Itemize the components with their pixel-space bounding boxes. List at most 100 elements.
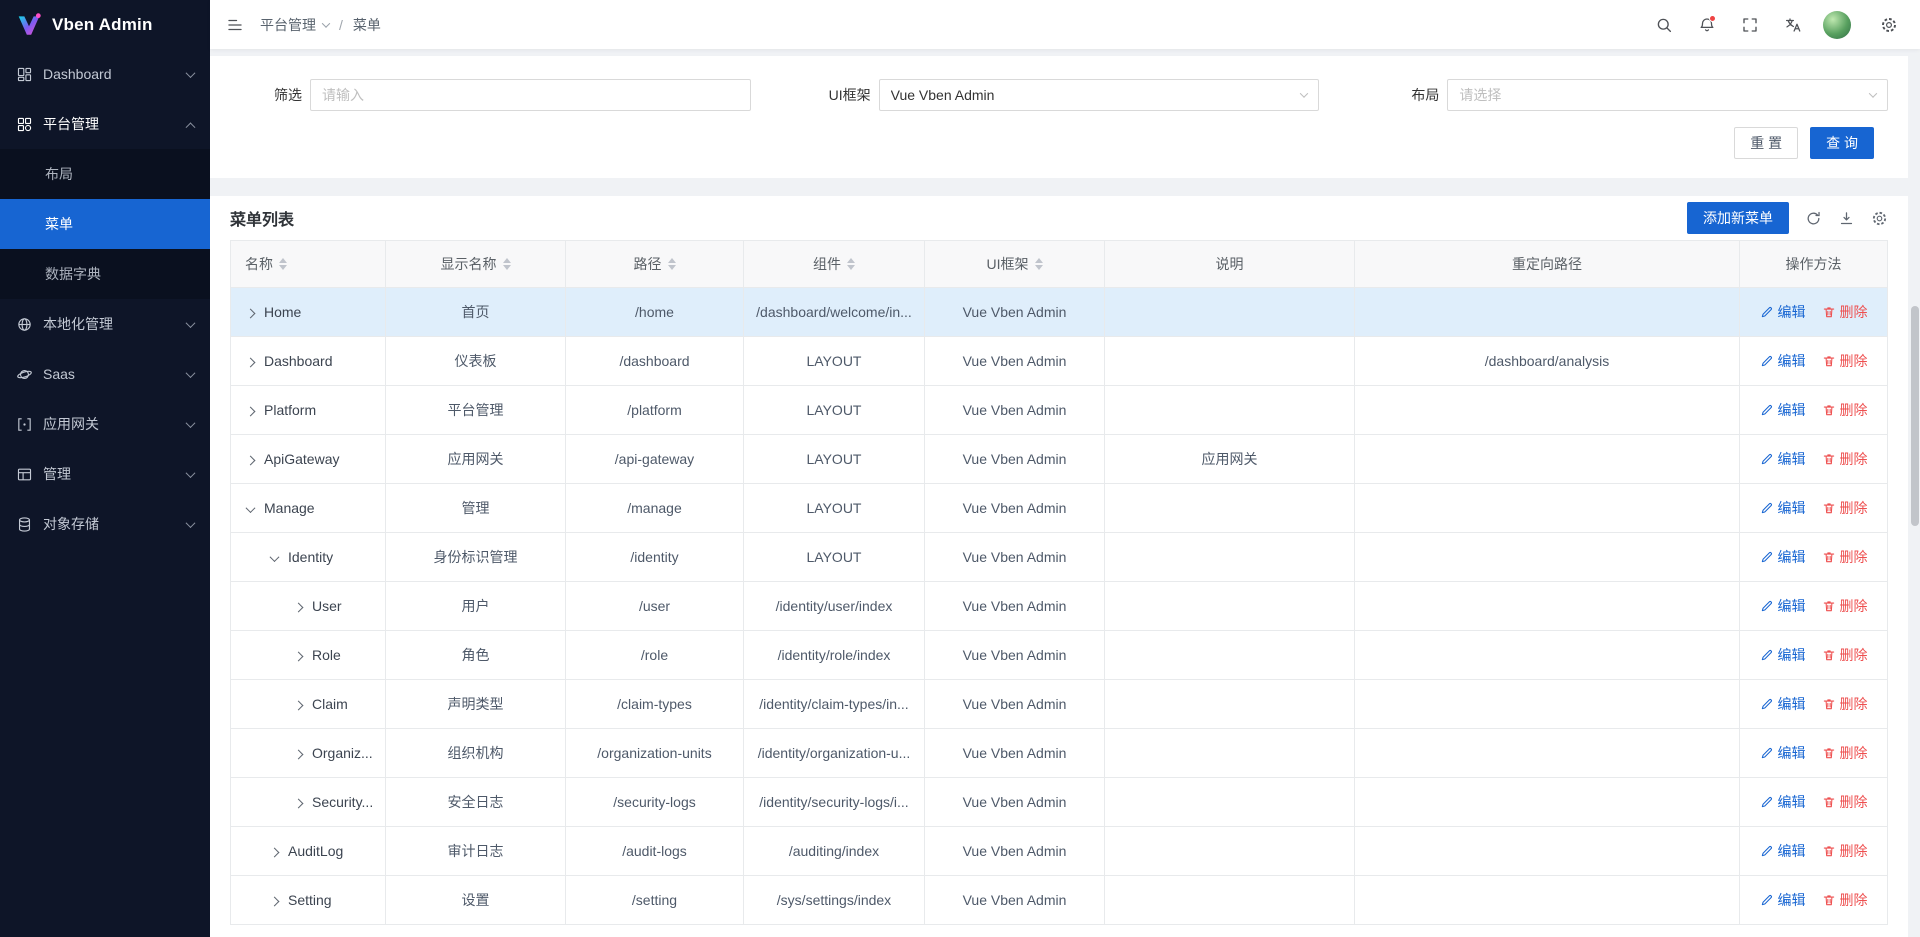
edit-button[interactable]: 编辑 <box>1760 645 1806 665</box>
cell-operations: 编辑 删除 <box>1740 631 1888 680</box>
table-row[interactable]: Dashboard 仪表板 /dashboard LAYOUT Vue Vben… <box>231 337 1888 386</box>
column-header-name[interactable]: 名称 <box>231 241 386 288</box>
reset-button[interactable]: 重 置 <box>1734 127 1798 159</box>
delete-button[interactable]: 删除 <box>1822 645 1868 665</box>
edit-button[interactable]: 编辑 <box>1760 498 1806 518</box>
sort-icon[interactable] <box>847 258 855 270</box>
table-row[interactable]: Setting 设置 /setting /sys/settings/index … <box>231 876 1888 925</box>
import-icon[interactable] <box>1837 209 1855 227</box>
delete-button[interactable]: 删除 <box>1822 302 1868 322</box>
column-header-display-name[interactable]: 显示名称 <box>386 241 566 288</box>
table-row[interactable]: Identity 身份标识管理 /identity LAYOUT Vue Vbe… <box>231 533 1888 582</box>
edit-button[interactable]: 编辑 <box>1760 841 1806 861</box>
ui-framework-select[interactable]: Vue Vben Admin <box>879 79 1320 111</box>
delete-button[interactable]: 删除 <box>1822 351 1868 371</box>
edit-label: 编辑 <box>1778 547 1806 567</box>
edit-button[interactable]: 编辑 <box>1760 400 1806 420</box>
sidebar-item-management[interactable]: 管理 <box>0 449 210 499</box>
cell-component: LAYOUT <box>744 386 925 435</box>
add-menu-button[interactable]: 添加新菜单 <box>1687 202 1789 234</box>
fullscreen-icon[interactable] <box>1733 8 1767 42</box>
table-row[interactable]: Claim 声明类型 /claim-types /identity/claim-… <box>231 680 1888 729</box>
page-scrollbar[interactable] <box>1910 0 1920 937</box>
row-expand-icon[interactable] <box>246 503 256 513</box>
edit-button[interactable]: 编辑 <box>1760 694 1806 714</box>
sidebar-item-saas[interactable]: Saas <box>0 349 210 399</box>
edit-button[interactable]: 编辑 <box>1760 792 1806 812</box>
column-settings-icon[interactable] <box>1870 209 1888 227</box>
row-expand-icon[interactable] <box>294 652 304 662</box>
scrollbar-thumb[interactable] <box>1911 306 1919 526</box>
sort-icon[interactable] <box>503 258 511 270</box>
translate-icon[interactable] <box>1776 8 1810 42</box>
sidebar-item-platform-management[interactable]: 平台管理 <box>0 99 210 149</box>
delete-button[interactable]: 删除 <box>1822 743 1868 763</box>
sidebar-item-api-gateway[interactable]: 应用网关 <box>0 399 210 449</box>
header-actions <box>1647 8 1906 42</box>
layout-select[interactable]: 请选择 <box>1447 79 1888 111</box>
sort-icon[interactable] <box>1035 258 1043 270</box>
table-row[interactable]: Organiz... 组织机构 /organization-units /ide… <box>231 729 1888 778</box>
cell-redirect <box>1355 288 1740 337</box>
sidebar-collapse-icon[interactable] <box>218 8 252 42</box>
row-expand-icon[interactable] <box>246 407 256 417</box>
delete-button[interactable]: 删除 <box>1822 596 1868 616</box>
row-expand-icon[interactable] <box>270 897 280 907</box>
sidebar-item-menu[interactable]: 菜单 <box>0 199 210 249</box>
sort-icon[interactable] <box>668 258 676 270</box>
search-icon[interactable] <box>1647 8 1681 42</box>
row-expand-icon[interactable] <box>270 848 280 858</box>
delete-button[interactable]: 删除 <box>1822 498 1868 518</box>
avatar[interactable] <box>1823 11 1851 39</box>
cell-component: /auditing/index <box>744 827 925 876</box>
row-expand-icon[interactable] <box>246 309 256 319</box>
edit-button[interactable]: 编辑 <box>1760 596 1806 616</box>
delete-button[interactable]: 删除 <box>1822 792 1868 812</box>
row-expand-icon[interactable] <box>270 552 280 562</box>
row-expand-icon[interactable] <box>294 701 304 711</box>
table-row[interactable]: Security... 安全日志 /security-logs /identit… <box>231 778 1888 827</box>
table-row[interactable]: Manage 管理 /manage LAYOUT Vue Vben Admin … <box>231 484 1888 533</box>
row-expand-icon[interactable] <box>294 799 304 809</box>
sidebar-item-layout[interactable]: 布局 <box>0 149 210 199</box>
sidebar-item-localization[interactable]: 本地化管理 <box>0 299 210 349</box>
row-expand-icon[interactable] <box>246 456 256 466</box>
settings-gear-icon[interactable] <box>1872 8 1906 42</box>
delete-button[interactable]: 删除 <box>1822 400 1868 420</box>
column-header-ui-framework[interactable]: UI框架 <box>925 241 1105 288</box>
table-row[interactable]: ApiGateway 应用网关 /api-gateway LAYOUT Vue … <box>231 435 1888 484</box>
sidebar-item-object-storage[interactable]: 对象存储 <box>0 499 210 549</box>
table-row[interactable]: Platform 平台管理 /platform LAYOUT Vue Vben … <box>231 386 1888 435</box>
table-row[interactable]: Role 角色 /role /identity/role/index Vue V… <box>231 631 1888 680</box>
delete-button[interactable]: 删除 <box>1822 890 1868 910</box>
delete-button[interactable]: 删除 <box>1822 841 1868 861</box>
edit-button[interactable]: 编辑 <box>1760 449 1806 469</box>
edit-button[interactable]: 编辑 <box>1760 351 1806 371</box>
field-label-keyword: 筛选 <box>230 85 302 105</box>
refresh-icon[interactable] <box>1804 209 1822 227</box>
logo[interactable]: Vben Admin <box>0 0 210 49</box>
table-row[interactable]: AuditLog 审计日志 /audit-logs /auditing/inde… <box>231 827 1888 876</box>
sidebar-item-data-dictionary[interactable]: 数据字典 <box>0 249 210 299</box>
sidebar-item-dashboard[interactable]: Dashboard <box>0 49 210 99</box>
column-header-component[interactable]: 组件 <box>744 241 925 288</box>
edit-button[interactable]: 编辑 <box>1760 547 1806 567</box>
notification-icon[interactable] <box>1690 8 1724 42</box>
table-row[interactable]: User 用户 /user /identity/user/index Vue V… <box>231 582 1888 631</box>
edit-button[interactable]: 编辑 <box>1760 743 1806 763</box>
query-button[interactable]: 查 询 <box>1810 127 1874 159</box>
row-expand-icon[interactable] <box>294 603 304 613</box>
table-row[interactable]: Home 首页 /home /dashboard/welcome/in... V… <box>231 288 1888 337</box>
cell-path: /audit-logs <box>566 827 744 876</box>
row-expand-icon[interactable] <box>246 358 256 368</box>
sort-icon[interactable] <box>279 258 287 270</box>
delete-button[interactable]: 删除 <box>1822 449 1868 469</box>
edit-button[interactable]: 编辑 <box>1760 890 1806 910</box>
edit-button[interactable]: 编辑 <box>1760 302 1806 322</box>
delete-button[interactable]: 删除 <box>1822 547 1868 567</box>
keyword-input[interactable] <box>310 79 751 111</box>
column-header-path[interactable]: 路径 <box>566 241 744 288</box>
row-expand-icon[interactable] <box>294 750 304 760</box>
breadcrumb-item-platform[interactable]: 平台管理 <box>260 15 329 35</box>
delete-button[interactable]: 删除 <box>1822 694 1868 714</box>
